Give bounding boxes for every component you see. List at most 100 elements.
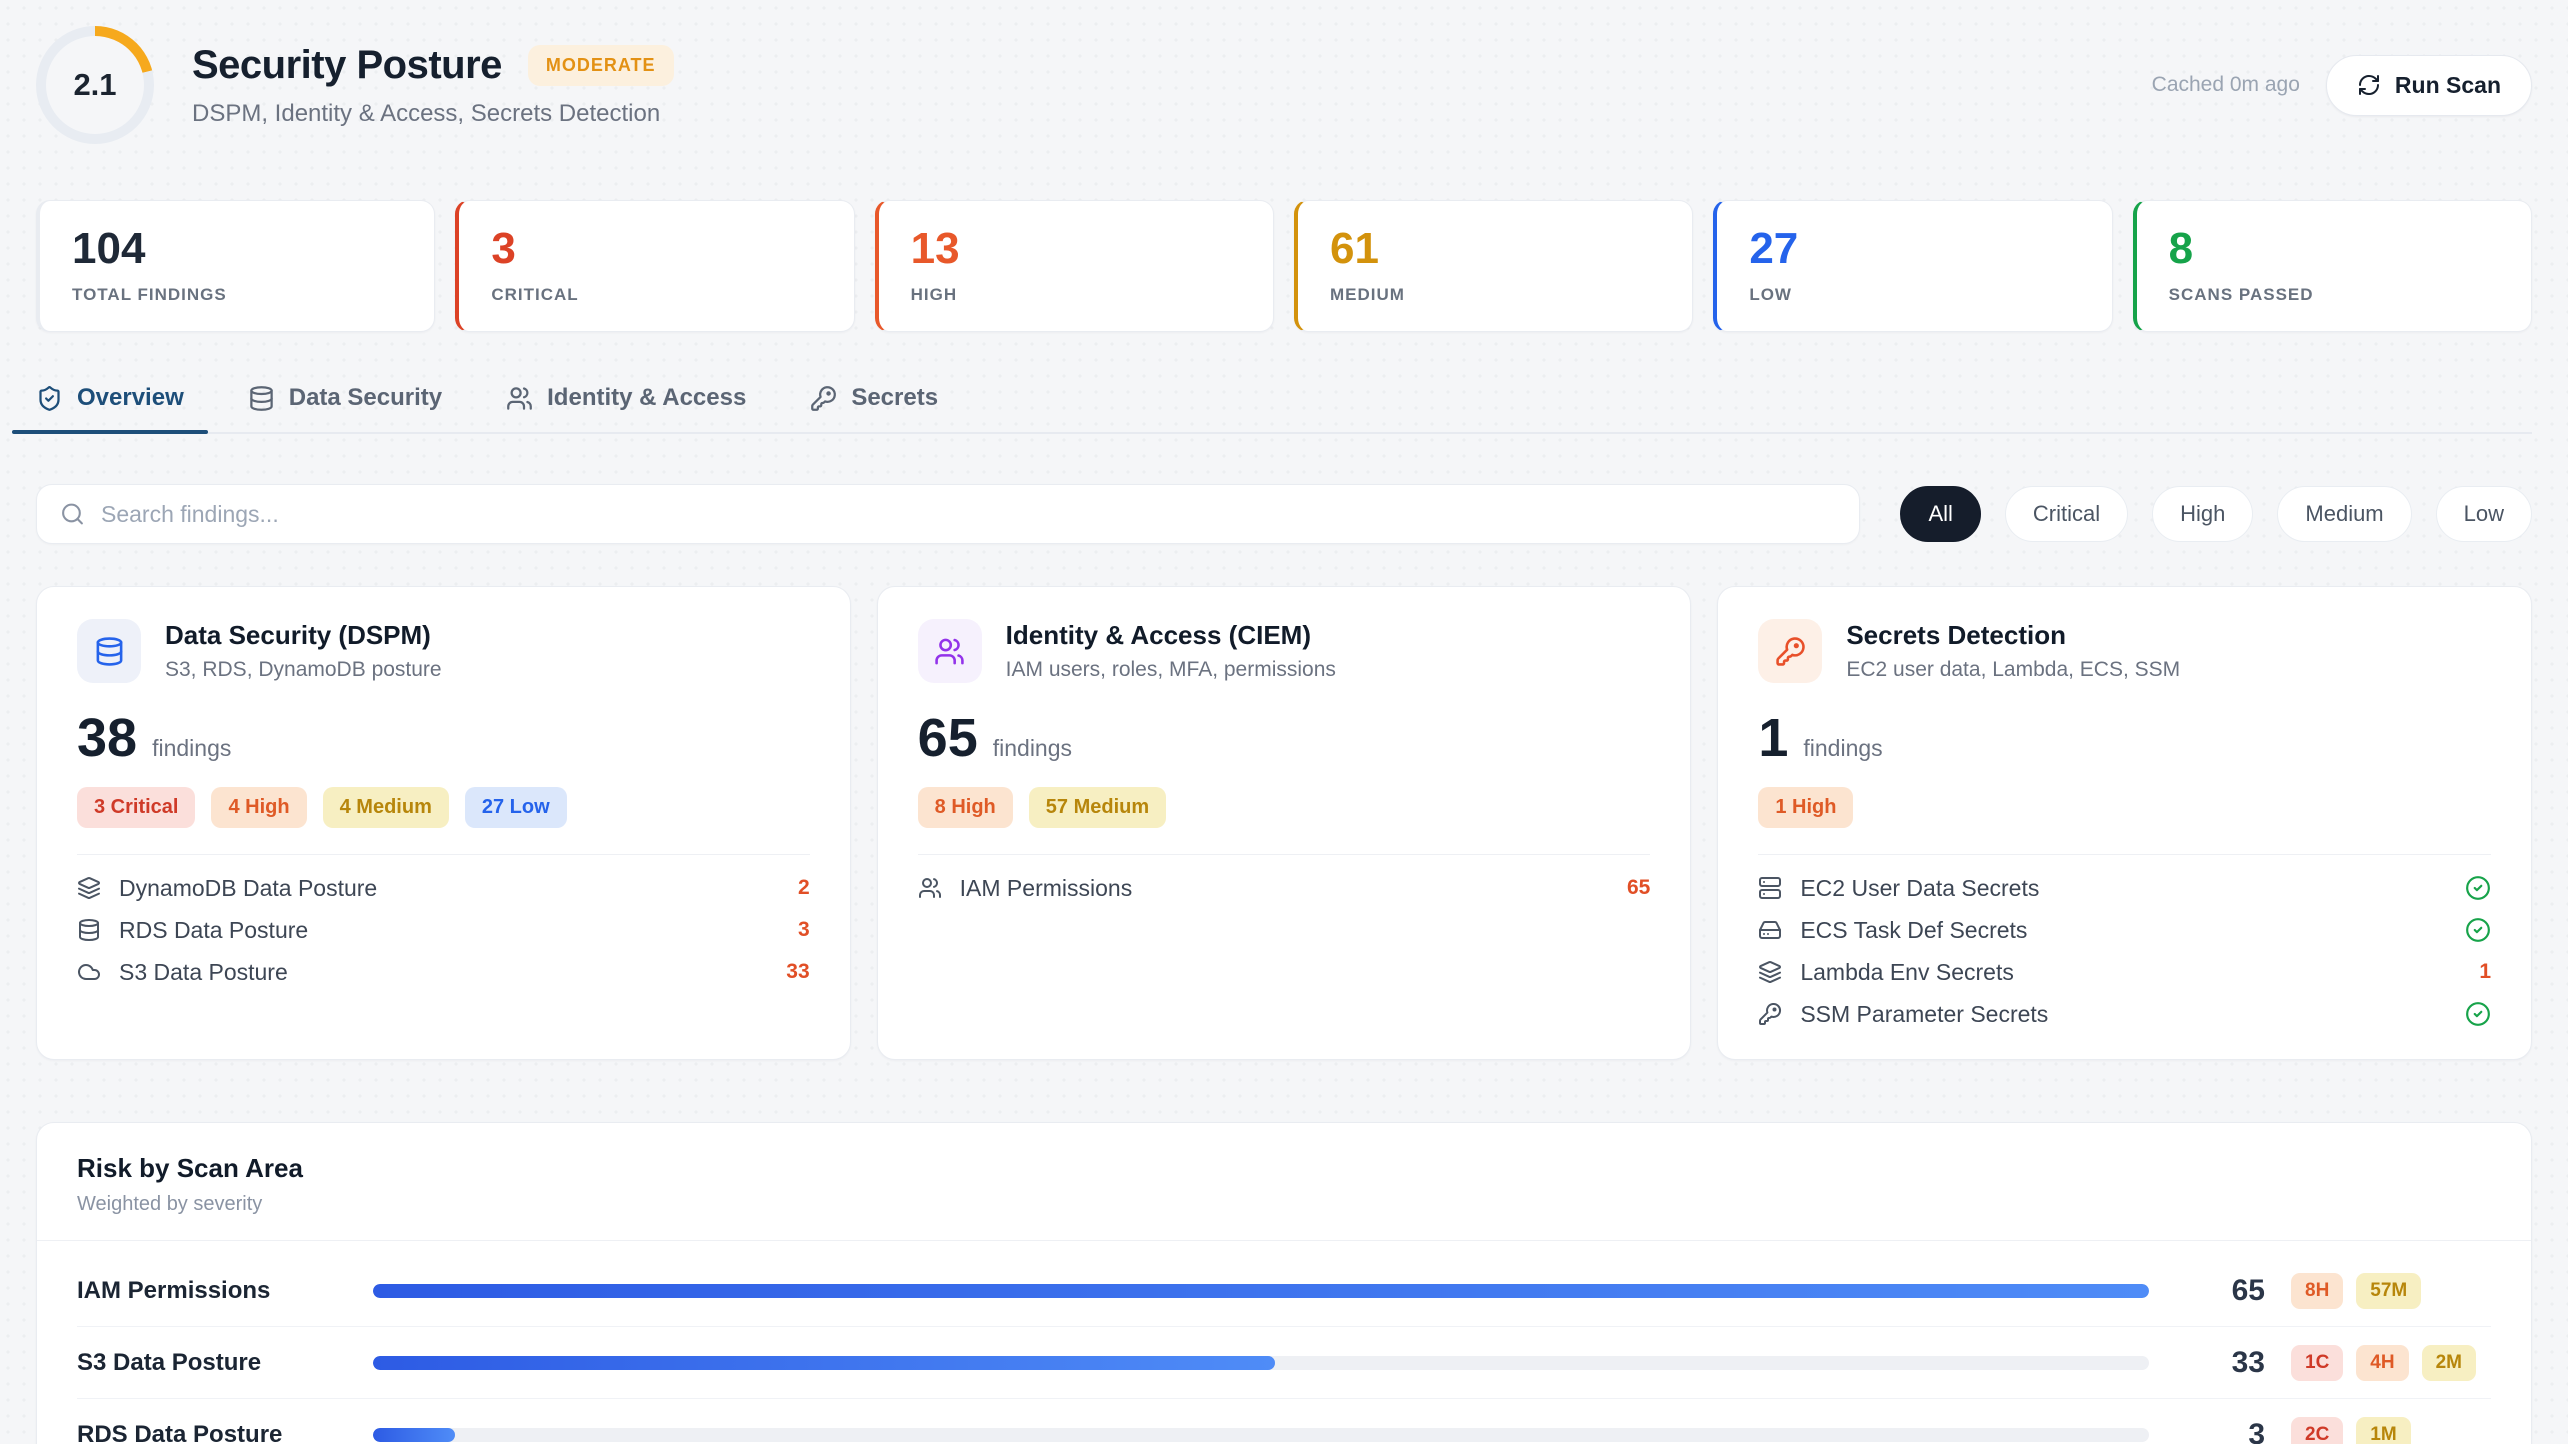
users-icon bbox=[934, 636, 965, 667]
refresh-icon bbox=[2357, 73, 2381, 97]
card-icon-tile bbox=[77, 619, 141, 683]
search-icon bbox=[60, 502, 85, 527]
card-secrets-detection: Secrets Detection EC2 user data, Lambda,… bbox=[1717, 586, 2532, 1060]
stat-value: 104 bbox=[72, 227, 402, 271]
severity-badge: 4 High bbox=[211, 787, 306, 828]
score-value: 2.1 bbox=[46, 36, 144, 134]
risk-value: 65 bbox=[2175, 1274, 2265, 1308]
cache-status: Cached 0m ago bbox=[2152, 73, 2300, 97]
risk-bar-track bbox=[373, 1356, 2149, 1370]
key-icon bbox=[1775, 636, 1806, 667]
shield-check-icon bbox=[36, 385, 63, 412]
findings-count: 38 bbox=[77, 711, 137, 765]
list-item[interactable]: RDS Data Posture 3 bbox=[77, 909, 810, 951]
cloud-icon bbox=[77, 960, 101, 984]
run-scan-label: Run Scan bbox=[2395, 72, 2501, 99]
page-subtitle: DSPM, Identity & Access, Secrets Detecti… bbox=[192, 100, 674, 128]
run-scan-button[interactable]: Run Scan bbox=[2326, 55, 2532, 116]
stat-value: 8 bbox=[2169, 227, 2499, 271]
item-label: EC2 User Data Secrets bbox=[1800, 875, 2039, 902]
filter-medium[interactable]: Medium bbox=[2277, 486, 2411, 542]
risk-badge: 8H bbox=[2291, 1273, 2343, 1309]
item-label: DynamoDB Data Posture bbox=[119, 875, 377, 902]
stat-label: LOW bbox=[1749, 285, 2079, 305]
item-label: RDS Data Posture bbox=[119, 917, 308, 944]
filter-low[interactable]: Low bbox=[2436, 486, 2532, 542]
card-icon-tile bbox=[1758, 619, 1822, 683]
item-count: 1 bbox=[2479, 960, 2491, 984]
list-item[interactable]: IAM Permissions 65 bbox=[918, 867, 1651, 909]
layers-icon bbox=[77, 876, 101, 900]
risk-level-badge: MODERATE bbox=[528, 45, 674, 86]
findings-label: findings bbox=[1803, 735, 1882, 762]
list-item[interactable]: Lambda Env Secrets 1 bbox=[1758, 951, 2491, 993]
list-item[interactable]: EC2 User Data Secrets bbox=[1758, 867, 2491, 909]
item-count: 3 bbox=[798, 918, 810, 942]
item-label: SSM Parameter Secrets bbox=[1800, 1001, 2048, 1028]
tab-label: Overview bbox=[77, 384, 184, 412]
card-subtitle: EC2 user data, Lambda, ECS, SSM bbox=[1846, 658, 2180, 682]
filter-high[interactable]: High bbox=[2152, 486, 2253, 542]
item-label: Lambda Env Secrets bbox=[1800, 959, 2014, 986]
card-divider bbox=[1758, 854, 2491, 855]
stat-value: 3 bbox=[491, 227, 821, 271]
stat-card-high: 13 HIGH bbox=[875, 200, 1274, 332]
tab-label: Secrets bbox=[851, 384, 938, 412]
card-subtitle: IAM users, roles, MFA, permissions bbox=[1006, 658, 1336, 682]
server-icon bbox=[1758, 876, 1782, 900]
database-icon bbox=[77, 918, 101, 942]
list-item[interactable]: ECS Task Def Secrets bbox=[1758, 909, 2491, 951]
database-icon bbox=[248, 385, 275, 412]
risk-badge: 2M bbox=[2422, 1345, 2476, 1381]
stat-value: 61 bbox=[1330, 227, 1660, 271]
findings-count: 65 bbox=[918, 711, 978, 765]
tab-data-security[interactable]: Data Security bbox=[248, 384, 442, 432]
risk-bar-track bbox=[373, 1428, 2149, 1442]
stat-card-low: 27 LOW bbox=[1713, 200, 2112, 332]
stat-label: HIGH bbox=[911, 285, 1241, 305]
stat-label: SCANS PASSED bbox=[2169, 285, 2499, 305]
users-icon bbox=[506, 385, 533, 412]
findings-label: findings bbox=[993, 735, 1072, 762]
item-label: S3 Data Posture bbox=[119, 959, 288, 986]
risk-badge: 57M bbox=[2356, 1273, 2421, 1309]
tab-identity-access[interactable]: Identity & Access bbox=[506, 384, 746, 432]
item-count: 2 bbox=[798, 876, 810, 900]
tab-overview[interactable]: Overview bbox=[36, 384, 184, 432]
section-title: Risk by Scan Area bbox=[77, 1153, 2491, 1184]
tab-label: Identity & Access bbox=[547, 384, 746, 412]
risk-row: S3 Data Posture 33 1C 4H 2M bbox=[77, 1327, 2491, 1399]
risk-bar-fill bbox=[373, 1428, 455, 1442]
stats-row: 104 TOTAL FINDINGS 3 CRITICAL 13 HIGH 61… bbox=[36, 200, 2532, 332]
filter-all[interactable]: All bbox=[1900, 486, 1980, 542]
list-item[interactable]: DynamoDB Data Posture 2 bbox=[77, 867, 810, 909]
risk-row: IAM Permissions 65 8H 57M bbox=[77, 1255, 2491, 1327]
risk-value: 3 bbox=[2175, 1418, 2265, 1444]
list-item[interactable]: S3 Data Posture 33 bbox=[77, 951, 810, 993]
item-label: IAM Permissions bbox=[960, 875, 1133, 902]
section-subtitle: Weighted by severity bbox=[77, 1193, 2491, 1216]
card-identity-access: Identity & Access (CIEM) IAM users, role… bbox=[877, 586, 1692, 1060]
stat-card-scans-passed: 8 SCANS PASSED bbox=[2133, 200, 2532, 332]
severity-badge: 3 Critical bbox=[77, 787, 195, 828]
item-count: 33 bbox=[786, 960, 809, 984]
findings-label: findings bbox=[152, 735, 231, 762]
risk-badge: 1C bbox=[2291, 1345, 2343, 1381]
key-icon bbox=[1758, 1002, 1782, 1026]
severity-badge: 57 Medium bbox=[1029, 787, 1166, 828]
card-divider bbox=[918, 854, 1651, 855]
search-input[interactable] bbox=[36, 484, 1860, 544]
scan-area-cards: Data Security (DSPM) S3, RDS, DynamoDB p… bbox=[36, 586, 2532, 1060]
risk-label: RDS Data Posture bbox=[77, 1421, 347, 1444]
page-title: Security Posture bbox=[192, 43, 502, 88]
filter-critical[interactable]: Critical bbox=[2005, 486, 2128, 542]
risk-badge: 2C bbox=[2291, 1417, 2343, 1444]
card-title: Secrets Detection bbox=[1846, 620, 2180, 651]
card-subtitle: S3, RDS, DynamoDB posture bbox=[165, 658, 442, 682]
tab-secrets[interactable]: Secrets bbox=[810, 384, 938, 432]
card-title: Identity & Access (CIEM) bbox=[1006, 620, 1336, 651]
stat-value: 27 bbox=[1749, 227, 2079, 271]
risk-value: 33 bbox=[2175, 1346, 2265, 1380]
risk-bar-fill bbox=[373, 1356, 1275, 1370]
list-item[interactable]: SSM Parameter Secrets bbox=[1758, 993, 2491, 1035]
